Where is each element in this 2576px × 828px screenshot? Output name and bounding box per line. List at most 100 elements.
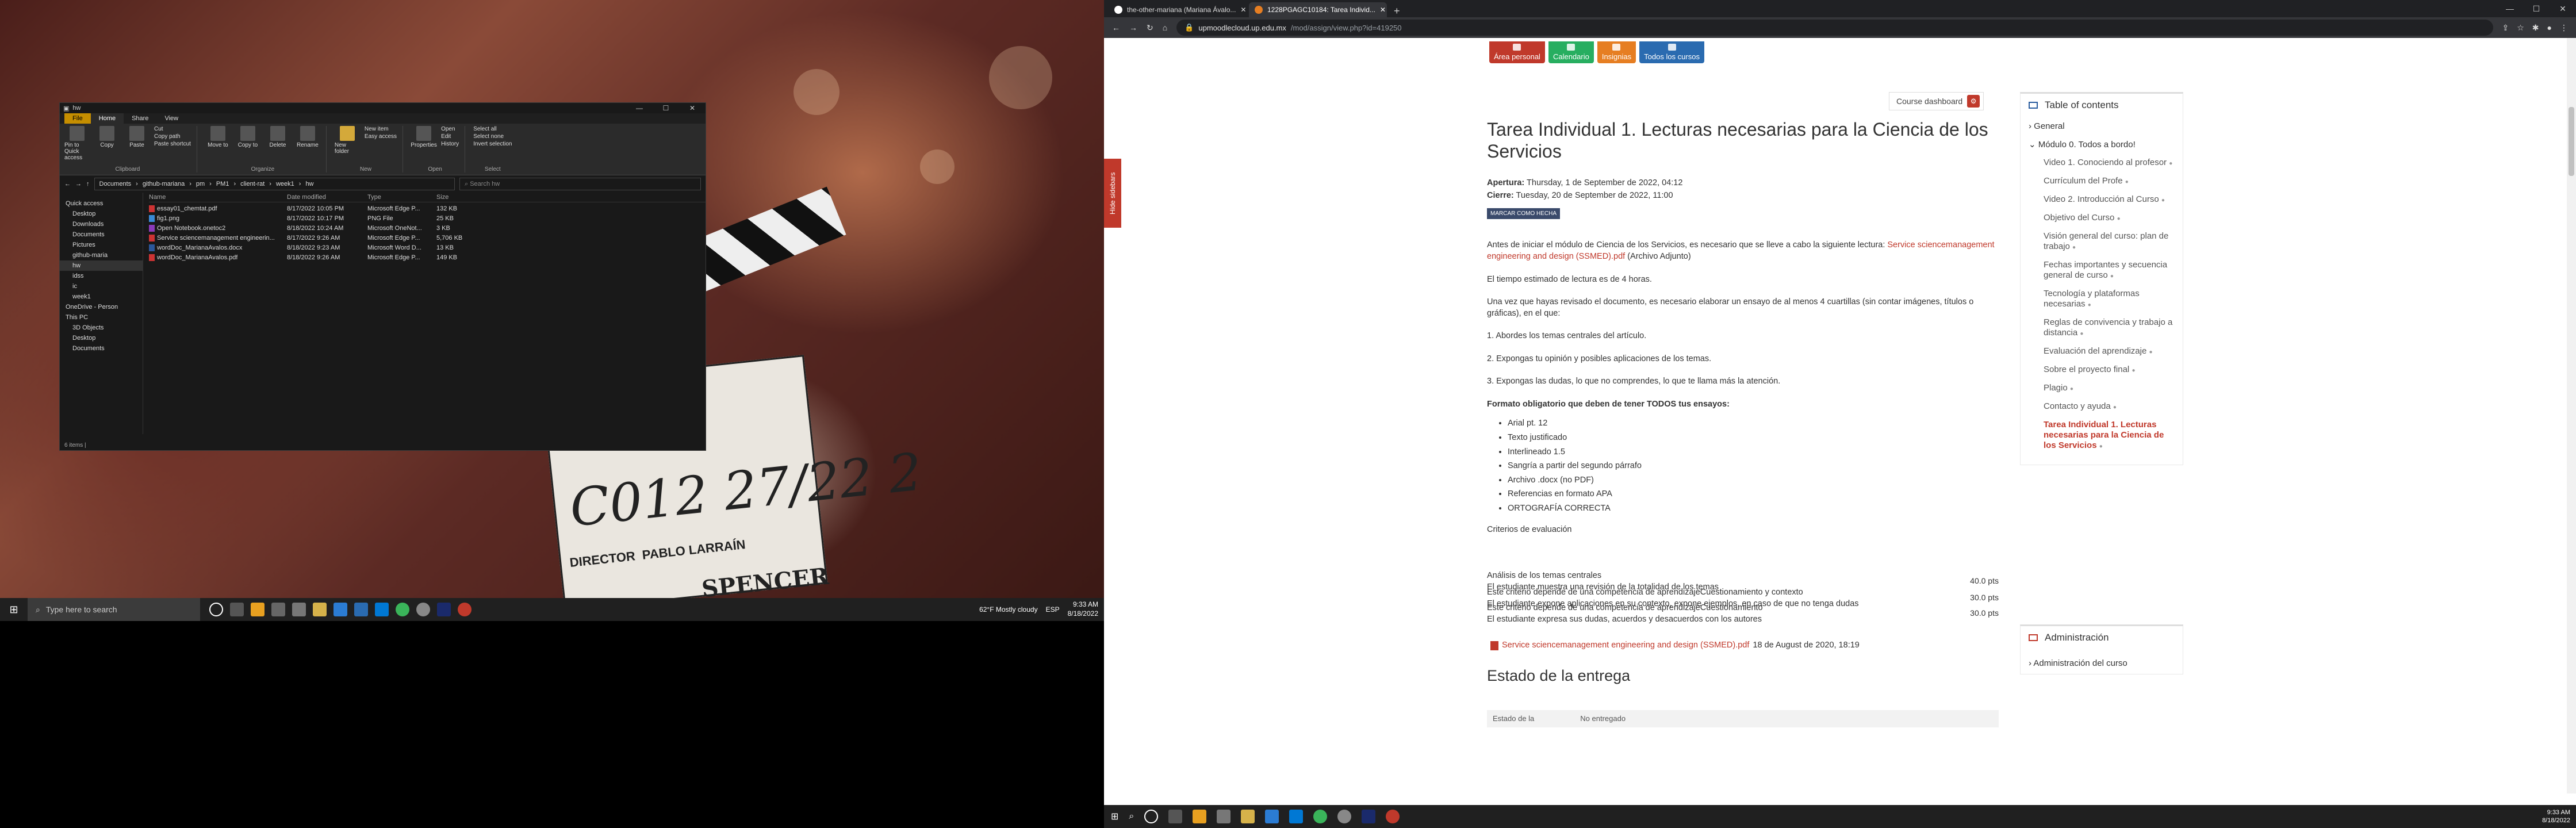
nav-item[interactable]: OneDrive - Person (60, 302, 143, 312)
search-icon[interactable]: ⌕ (1129, 811, 1134, 822)
cortana-icon[interactable] (209, 603, 223, 616)
menu-icon[interactable]: ⋮ (2560, 23, 2568, 33)
nav-item[interactable]: week1 (60, 292, 143, 302)
delete-button[interactable]: Delete (265, 126, 290, 148)
nav-item[interactable]: Downloads (60, 219, 143, 229)
file-row[interactable]: essay01_chemtat.pdf 8/17/2022 10:05 PM Mic… (149, 204, 706, 213)
browser-tab[interactable]: the-other-mariana (Mariana Ávalo... ✕ (1109, 2, 1247, 17)
chrome-icon[interactable] (416, 603, 430, 616)
weather[interactable]: 62°F Mostly cloudy (979, 605, 1038, 614)
app-icon[interactable] (1265, 810, 1279, 823)
mark-done-button[interactable]: MARCAR COMO HECHA (1487, 208, 1561, 220)
toc-item[interactable]: Video 2. Introducción al Curso ● (2029, 194, 2175, 205)
photoshop-icon[interactable] (1362, 810, 1376, 823)
close-button[interactable]: ✕ (2550, 4, 2576, 14)
attachment-link[interactable]: Service sciencemanagement engineering an… (1502, 640, 1749, 651)
share-icon[interactable]: ⇪ (2502, 23, 2509, 33)
course-dashboard-button[interactable]: Course dashboard ⚙ (1889, 92, 1984, 110)
app-icon[interactable] (1386, 810, 1400, 823)
nav-item[interactable]: This PC (60, 312, 143, 323)
breadcrumb-item[interactable]: PM1 (216, 181, 229, 187)
app-icon[interactable] (1313, 810, 1328, 823)
column-header-date[interactable]: Date modified (287, 194, 367, 201)
toc-item[interactable]: Contacto y ayuda ● (2029, 401, 2175, 412)
windows-start-icon[interactable]: ⊞ (0, 598, 28, 621)
new-item-button[interactable]: New item (365, 126, 397, 132)
copy-path-button[interactable]: Copy path (154, 133, 191, 140)
select-all-button[interactable]: Select all (473, 126, 512, 132)
app-icon[interactable] (334, 603, 347, 616)
invert-selection-button[interactable]: Invert selection (473, 141, 512, 147)
page-scrollbar[interactable] (2567, 38, 2576, 793)
task-view-icon[interactable] (230, 603, 244, 616)
hide-sidebars-button[interactable]: Hide sidebars (1104, 159, 1121, 228)
paste-button[interactable]: Paste (124, 126, 150, 161)
vscode-icon[interactable] (375, 603, 389, 616)
nav-todos-los-cursos[interactable]: Todos los cursos (1639, 41, 1704, 63)
app-icon[interactable] (1217, 810, 1231, 823)
tab-view[interactable]: View (156, 113, 186, 124)
file-row[interactable]: Open Notebook.onetoc2 8/18/2022 10:24 AM M… (149, 223, 706, 233)
file-row[interactable]: Service sciencemanagement engineerin... 8… (149, 233, 706, 243)
breadcrumb-item[interactable]: week1 (276, 181, 294, 187)
easy-access-button[interactable]: Easy access (365, 133, 397, 140)
breadcrumb-item[interactable]: github-mariana (143, 181, 185, 187)
clock[interactable]: 9:33 AM 8/18/2022 (2542, 808, 2576, 825)
toc-item[interactable]: Tecnología y plataformas necesarias ● (2029, 289, 2175, 309)
properties-button[interactable]: Properties (411, 126, 437, 148)
copy-button[interactable]: Copy (94, 126, 120, 161)
breadcrumb-item[interactable]: client-rat (240, 181, 264, 187)
select-none-button[interactable]: Select none (473, 133, 512, 140)
up-icon[interactable]: ↑ (86, 181, 90, 187)
url-bar[interactable]: 🔒 upmoodlecloud.up.edu.mx/mod/assign/view… (1176, 20, 2493, 36)
app-icon[interactable] (1193, 810, 1207, 823)
cortana-icon[interactable] (1144, 810, 1159, 823)
toc-item[interactable]: Evaluación del aprendizaje ● (2029, 346, 2175, 356)
language-indicator[interactable]: ESP (1046, 605, 1060, 614)
cut-button[interactable]: Cut (154, 126, 191, 132)
toc-item[interactable]: Plagio ● (2029, 383, 2175, 393)
new-tab-button[interactable]: + (1389, 5, 1405, 17)
app-icon[interactable] (251, 603, 264, 616)
toc-item[interactable]: Video 1. Conociendo al profesor ● (2029, 158, 2175, 168)
taskbar-search[interactable]: ⌕ Type here to search (28, 598, 200, 621)
app-icon[interactable] (458, 603, 471, 616)
nav-calendario[interactable]: Calendario (1548, 41, 1594, 63)
edit-button[interactable]: Edit (441, 133, 459, 140)
nav-item[interactable]: 3D Objects (60, 323, 143, 333)
file-row[interactable]: wordDoc_MarianaAvalos.docx 8/18/2022 9:23… (149, 243, 706, 252)
bookmark-star-icon[interactable]: ☆ (2517, 23, 2524, 33)
vscode-icon[interactable] (1289, 810, 1304, 823)
file-row[interactable]: fig1.png 8/17/2022 10:17 PM PNG File 25 KB (149, 213, 706, 223)
new-folder-button[interactable]: New folder (335, 126, 360, 155)
address-bar[interactable]: Documents › github-mariana › pm › PM1 › clie… (94, 178, 455, 190)
copy-to-button[interactable]: Copy to (235, 126, 260, 148)
toc-item[interactable]: Sobre el proyecto final ● (2029, 365, 2175, 375)
pin-quick-access-button[interactable]: Pin to Quick access (64, 126, 90, 161)
task-view-icon[interactable] (1168, 810, 1183, 823)
toc-item[interactable]: Visión general del curso: plan de trabaj… (2029, 231, 2175, 252)
maximize-button[interactable]: ☐ (653, 104, 679, 112)
app-icon[interactable] (354, 603, 368, 616)
app-icon[interactable] (271, 603, 285, 616)
nav-item[interactable]: Documents (60, 229, 143, 240)
breadcrumb-item[interactable]: Documents (99, 181, 132, 187)
photoshop-icon[interactable] (437, 603, 451, 616)
close-button[interactable]: ✕ (679, 104, 706, 112)
open-button[interactable]: Open (441, 126, 459, 132)
close-tab-icon[interactable]: ✕ (1240, 6, 1246, 14)
file-row[interactable]: wordDoc_MarianaAvalos.pdf 8/18/2022 9:26 … (149, 252, 706, 262)
forward-icon[interactable]: → (1129, 23, 1137, 32)
tab-share[interactable]: Share (124, 113, 156, 124)
profile-icon[interactable]: ● (2547, 23, 2552, 33)
nav-item[interactable]: Desktop (60, 209, 143, 219)
toc-item-current[interactable]: Tarea Individual 1. Lecturas necesarias … (2029, 420, 2175, 451)
back-icon[interactable]: ← (1112, 23, 1120, 32)
rename-button[interactable]: Rename (295, 126, 320, 148)
tab-home[interactable]: Home (90, 113, 124, 124)
search-input[interactable]: ⌕ Search hw (459, 178, 701, 190)
file-explorer-icon[interactable] (313, 603, 327, 616)
extensions-icon[interactable]: ✱ (2532, 23, 2539, 33)
column-header-type[interactable]: Type (367, 194, 436, 201)
nav-item[interactable]: ic (60, 281, 143, 292)
